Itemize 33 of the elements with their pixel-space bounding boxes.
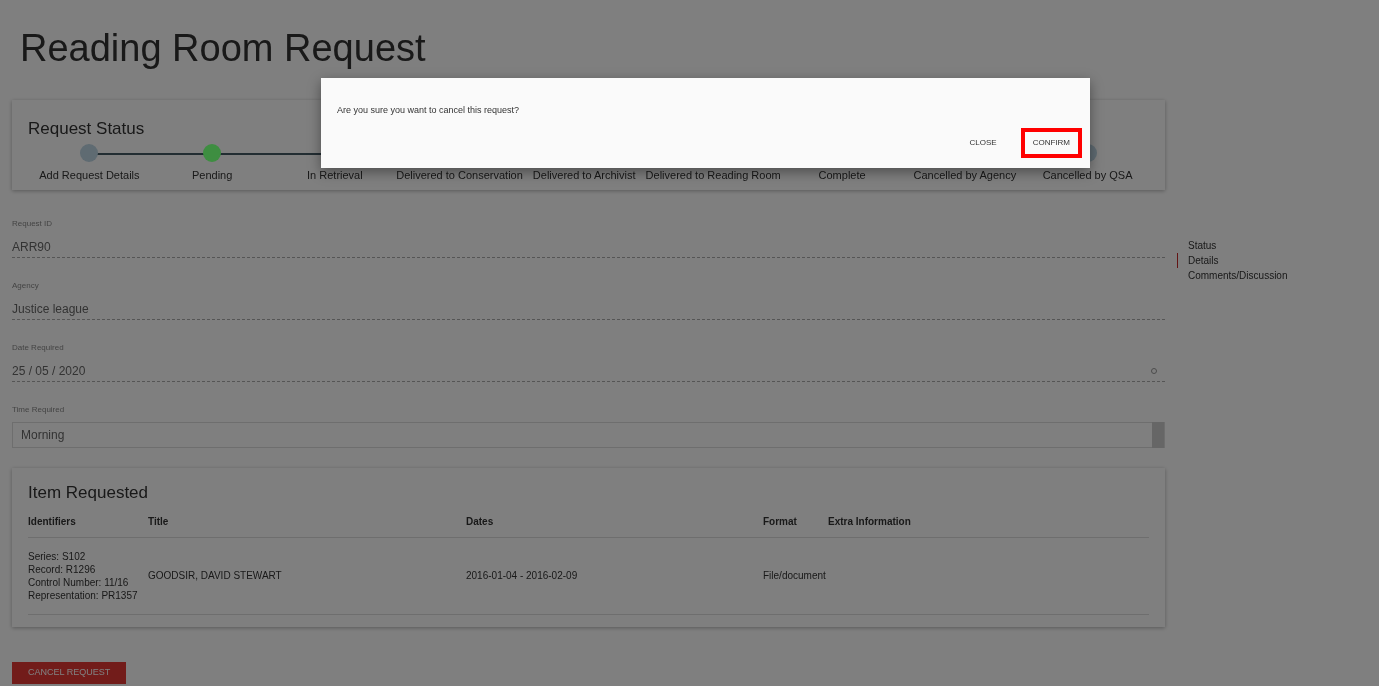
nav-link[interactable]: Details [1177,253,1288,268]
column-header: Identifiers [28,514,77,529]
card-title: Item Requested [28,482,149,504]
card-title: Request Status [28,118,146,140]
step-label: Delivered to Conservation [396,167,523,183]
table-cell-text: GOODSIR, DAVID STEWART [148,569,283,583]
nav-link[interactable]: Comments/Discussion [1177,268,1288,283]
column-header: Format [763,514,798,529]
cancel-request-button[interactable]: CANCEL REQUEST [12,662,127,684]
input-field[interactable]: 25 / 05 / 2020 [12,360,1165,382]
step-label: Complete [818,167,866,183]
input-field[interactable]: Justice league [12,298,1165,320]
column-header: Extra Information [828,514,911,529]
table-cell-text: Series: S102 Record: R1296 Control Number: 11/16 Representation: PR1357 [28,549,139,602]
dialog-button[interactable]: CONFIRM [1020,128,1082,158]
select-field[interactable]: Morning [12,422,1165,448]
step-label: In Retrieval [307,167,363,183]
table-cell-text: File/document [763,569,826,583]
nav-link[interactable]: Status [1177,238,1288,253]
step-label: Delivered to Reading Room [645,167,781,183]
input-field[interactable]: ARR90 [12,236,1165,258]
step-label: Cancelled by QSA [1042,167,1133,183]
step-label: Delivered to Archivist [532,167,636,183]
dialog-button[interactable]: CLOSE [957,128,1009,158]
column-header: Title [148,514,170,529]
page-title: Reading Room Request [19,26,427,71]
column-header: Dates [466,514,495,529]
step-label: Pending [191,167,233,183]
dropdown-handle[interactable] [1152,422,1164,448]
table-cell-text: 2016-01-04 - 2016-02-09 [466,569,579,583]
step-label: Cancelled by Agency [913,167,1017,183]
step-label: Add Request Details [39,167,140,183]
dialog-message: Are you sure you want to cancel this request? [337,104,521,117]
